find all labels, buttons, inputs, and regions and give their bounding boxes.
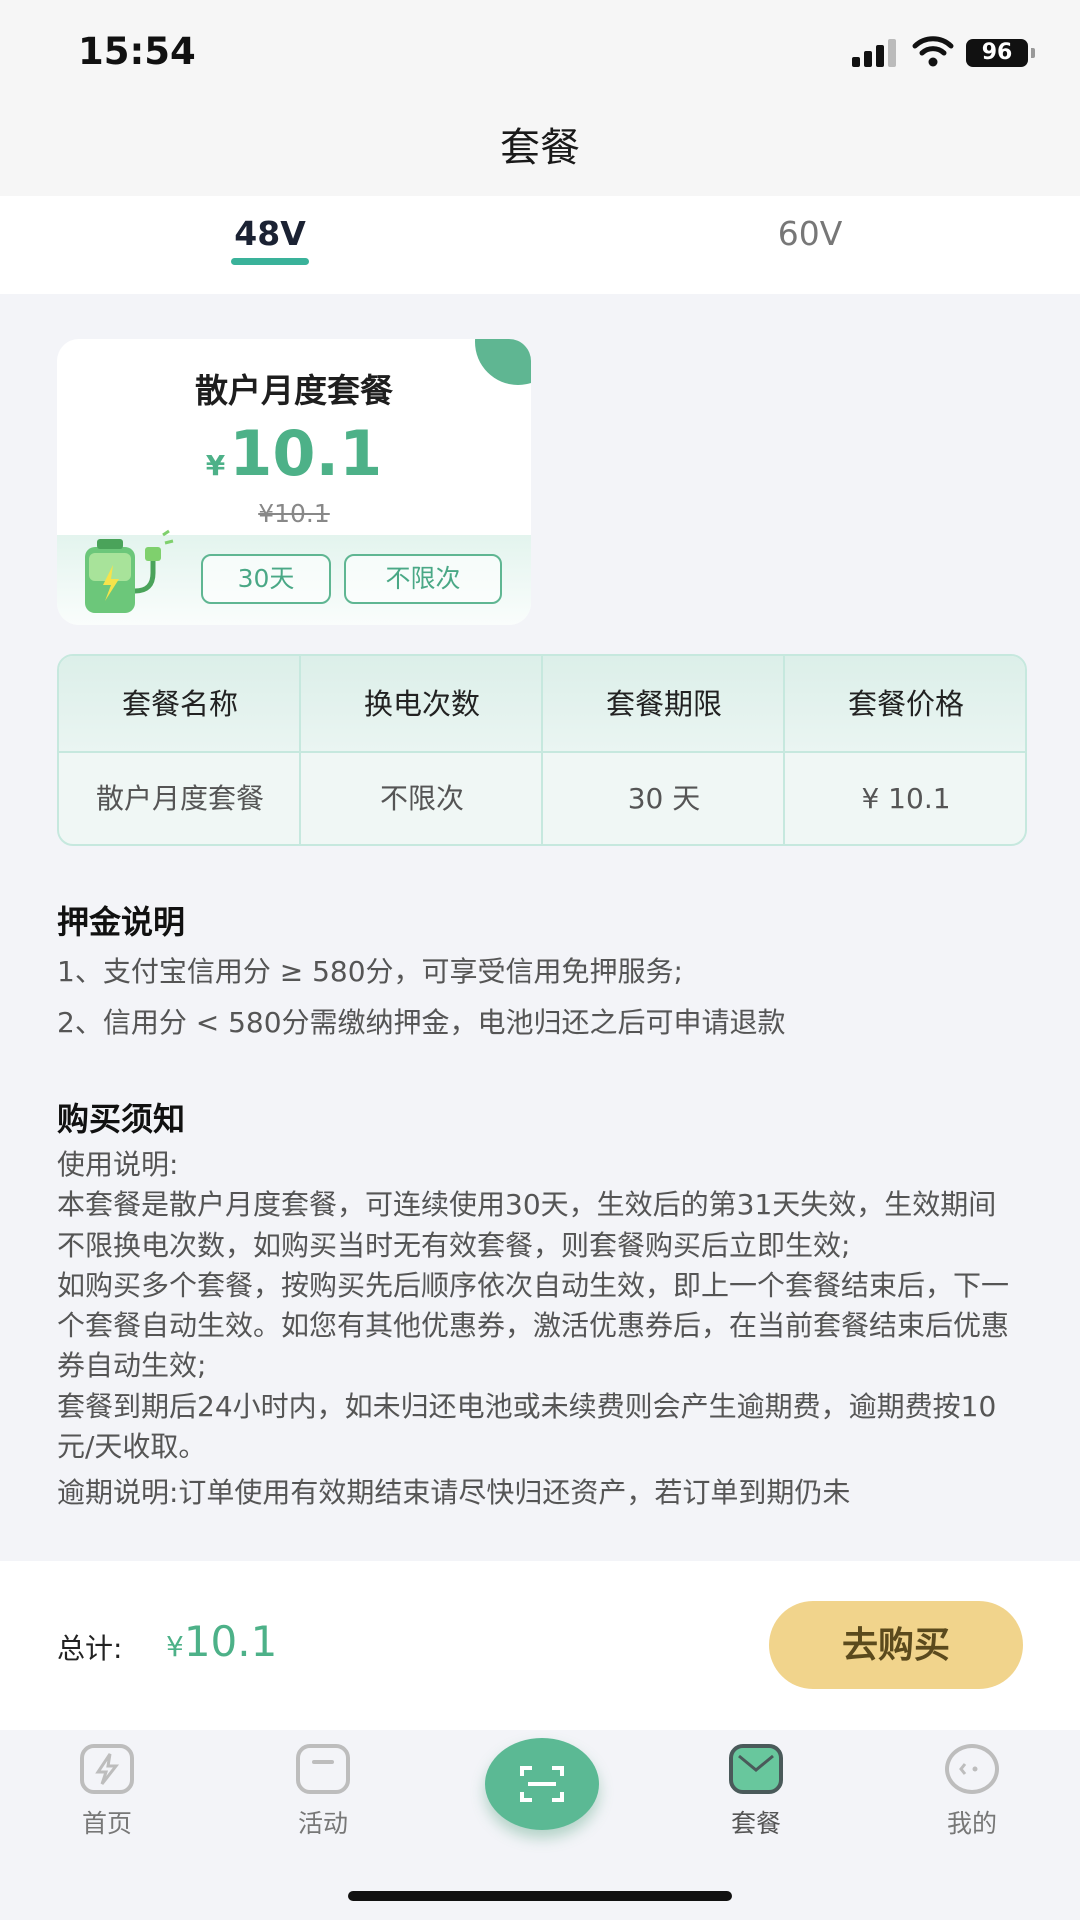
battery-icon: 96 (966, 39, 1028, 67)
table-divider (59, 751, 1025, 753)
tabbar-profile[interactable]: 我的 (912, 1730, 1032, 1840)
bolt-icon (80, 1744, 134, 1794)
package-card[interactable]: 散户月度套餐 ¥10.1 ¥10.1 30天 不限次 (57, 339, 531, 625)
original-price: ¥10.1 (258, 499, 330, 528)
tabbar-label: 首页 (81, 1809, 132, 1838)
notice-line: 逾期说明:订单使用有效期结束请尽快归还资产，若订单到期仍未 (57, 1476, 851, 1510)
tabbar-label: 套餐 (730, 1809, 781, 1838)
total-price: ¥10.1 (166, 1617, 277, 1666)
notice-line: 使用说明: (57, 1148, 179, 1181)
currency-symbol: ¥ (205, 449, 226, 482)
table-header-swaps: 换电次数 (363, 687, 480, 721)
tab-indicator (231, 258, 309, 265)
scan-icon (520, 1766, 564, 1802)
table-header-name: 套餐名称 (121, 687, 238, 721)
page-title: 套餐 (500, 125, 580, 171)
table-header-price: 套餐价格 (847, 687, 964, 721)
deposit-title: 押金说明 (57, 903, 186, 941)
notice-line: 如购买多个套餐，按购买先后顺序依次自动生效，即上一个套餐结束后，下一个套餐自动生… (57, 1268, 1010, 1383)
status-bar: 15:54 96 (0, 0, 1080, 100)
deposit-line-1: 1、支付宝信用分 ≥ 580分，可享受信用免押服务; (57, 955, 683, 988)
activity-icon (296, 1744, 350, 1794)
battery-charging-icon (85, 529, 174, 613)
purchase-notice: 使用说明: 本套餐是散户月度套餐，可连续使用30天，生效后的第31天失效，生效期… (57, 1145, 1017, 1557)
signal-icon (852, 39, 900, 67)
notice-line: 本套餐是散户月度套餐，可连续使用30天，生效后的第31天失效，生效期间不限换电次… (57, 1188, 997, 1262)
tabbar-home[interactable]: 首页 (47, 1730, 167, 1840)
table-cell-period: 30 天 (627, 782, 701, 815)
tabbar-activity[interactable]: 活动 (263, 1730, 383, 1840)
deposit-line-2: 2、信用分 < 580分需缴纳押金，电池归还之后可申请退款 (57, 1006, 786, 1039)
scan-button[interactable] (485, 1738, 599, 1830)
tabbar-package[interactable]: 套餐 (696, 1730, 816, 1840)
package-icon (729, 1744, 783, 1794)
tab-60v[interactable]: 60V (730, 214, 890, 253)
home-indicator (348, 1891, 732, 1901)
package-price: ¥10.1 (57, 417, 531, 490)
voltage-tabs: 48V 60V (0, 196, 1080, 294)
battery-tip (1031, 48, 1035, 58)
wifi-icon (912, 36, 954, 67)
total-value: 10.1 (183, 1617, 278, 1666)
buy-button[interactable]: 去购买 (769, 1601, 1023, 1689)
purchase-title: 购买须知 (57, 1100, 186, 1138)
profile-icon (945, 1744, 999, 1794)
table-cell-name: 散户月度套餐 (95, 782, 264, 815)
status-time: 15:54 (78, 30, 196, 73)
package-title: 散户月度套餐 (195, 371, 393, 410)
package-table: 套餐名称 换电次数 套餐期限 套餐价格 散户月度套餐 不限次 30 天 ¥ 10… (57, 654, 1027, 846)
notice-line: 套餐到期后24小时内，如未归还电池或未续费则会产生逾期费，逾期费按10元/天收取… (57, 1389, 997, 1464)
tabbar-label: 我的 (946, 1809, 997, 1838)
total-label: 总计: (57, 1632, 123, 1665)
table-cell-swaps: 不限次 (379, 782, 464, 815)
price-value: 10.1 (229, 417, 383, 490)
tabbar-label: 活动 (297, 1809, 348, 1838)
nav-header: 套餐 (0, 100, 1080, 196)
tag-duration: 30天 (201, 554, 331, 604)
tag-unlimited: 不限次 (344, 554, 502, 604)
table-cell-price: ¥ 10.1 (861, 782, 951, 815)
currency-symbol: ¥ (166, 1630, 184, 1663)
tab-48v[interactable]: 48V (190, 214, 350, 253)
table-header-period: 套餐期限 (605, 687, 722, 721)
